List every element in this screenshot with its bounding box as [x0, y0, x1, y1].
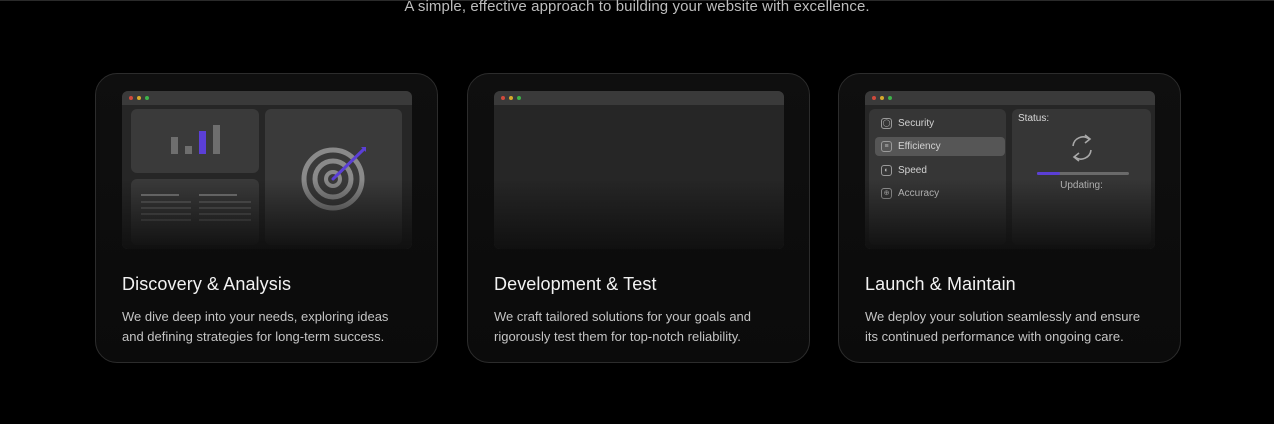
close-dot-icon: [501, 96, 505, 100]
window-titlebar: [865, 91, 1155, 105]
update-progress-fill: [1037, 172, 1060, 175]
maximize-dot-icon: [888, 96, 892, 100]
menu-item-label: Accuracy: [898, 188, 940, 199]
doc-line: [141, 201, 191, 203]
update-progress-bar: [1037, 172, 1129, 175]
card-description: We deploy your solution seamlessly and e…: [865, 307, 1165, 347]
status-label: Status:: [1018, 113, 1050, 124]
doc-line: [141, 207, 191, 209]
card-development: Development & Test We craft tailored sol…: [467, 73, 810, 363]
chart-bar: [171, 137, 178, 154]
card-title: Development & Test: [494, 274, 657, 294]
gauge-icon: ◐: [881, 165, 892, 176]
minimize-dot-icon: [137, 96, 141, 100]
menu-item-speed[interactable]: ◐ Speed: [875, 161, 1005, 180]
card-launch: ◯ Security ≡ Efficiency ◐ Speed ⊕ Accura…: [838, 73, 1181, 363]
chart-bar: [185, 146, 192, 154]
card-title: Launch & Maintain: [865, 274, 1016, 294]
close-dot-icon: [872, 96, 876, 100]
doc-line: [141, 213, 191, 215]
mock-window: [122, 91, 412, 249]
menu-item-accuracy[interactable]: ⊕ Accuracy: [875, 184, 1005, 203]
window-body: [494, 105, 784, 249]
menu-item-label: Efficiency: [898, 141, 941, 152]
section-subtitle: A simple, effective approach to building…: [404, 0, 870, 15]
doc-line: [199, 194, 237, 196]
menu-item-efficiency[interactable]: ≡ Efficiency: [875, 137, 1005, 156]
maximize-dot-icon: [145, 96, 149, 100]
doc-line: [199, 207, 251, 209]
target-panel: [265, 109, 402, 245]
card-discovery: Discovery & Analysis We dive deep into y…: [95, 73, 438, 363]
card-description-line: We craft tailored solutions for your goa…: [494, 309, 752, 324]
refresh-icon: [1072, 134, 1092, 162]
menu-item-label: Speed: [898, 165, 927, 176]
updating-label: Updating:: [1060, 180, 1103, 191]
metrics-menu-panel: ◯ Security ≡ Efficiency ◐ Speed ⊕ Accura…: [869, 109, 1006, 245]
text-doc-panel: [131, 179, 259, 245]
menu-item-label: Security: [898, 118, 935, 129]
chart-bar: [199, 131, 206, 154]
window-titlebar: [494, 91, 784, 105]
card-description-line: its continued performance with ongoing c…: [865, 329, 1124, 344]
minimize-dot-icon: [509, 96, 513, 100]
close-dot-icon: [129, 96, 133, 100]
menu-item-security[interactable]: ◯ Security: [875, 114, 1005, 133]
doc-line: [141, 194, 179, 196]
card-title: Discovery & Analysis: [122, 274, 292, 294]
minimize-dot-icon: [880, 96, 884, 100]
mock-window: [494, 91, 784, 249]
card-description: We craft tailored solutions for your goa…: [494, 307, 794, 347]
target-icon: [301, 147, 366, 211]
card-description-line: rigorously test them for top-notch relia…: [494, 329, 741, 344]
mock-window: ◯ Security ≡ Efficiency ◐ Speed ⊕ Accura…: [865, 91, 1155, 249]
shield-icon: ◯: [881, 118, 892, 129]
window-body: ◯ Security ≡ Efficiency ◐ Speed ⊕ Accura…: [865, 105, 1155, 249]
window-body: [122, 105, 412, 249]
checklist-icon: ≡: [881, 141, 892, 152]
card-description-line: and defining strategies for long-term su…: [122, 329, 385, 344]
doc-line: [199, 201, 251, 203]
bar-chart-panel: [131, 109, 259, 173]
chart-bar: [213, 125, 220, 154]
doc-line: [199, 219, 251, 221]
card-description-line: We deploy your solution seamlessly and e…: [865, 309, 1141, 324]
doc-line: [199, 213, 251, 215]
card-description: We dive deep into your needs, exploring …: [122, 307, 422, 347]
status-panel: Status: Updating:: [1012, 109, 1151, 245]
crosshair-icon: ⊕: [881, 188, 892, 199]
window-titlebar: [122, 91, 412, 105]
doc-line: [141, 219, 191, 221]
maximize-dot-icon: [517, 96, 521, 100]
card-description-line: We dive deep into your needs, exploring …: [122, 309, 389, 324]
